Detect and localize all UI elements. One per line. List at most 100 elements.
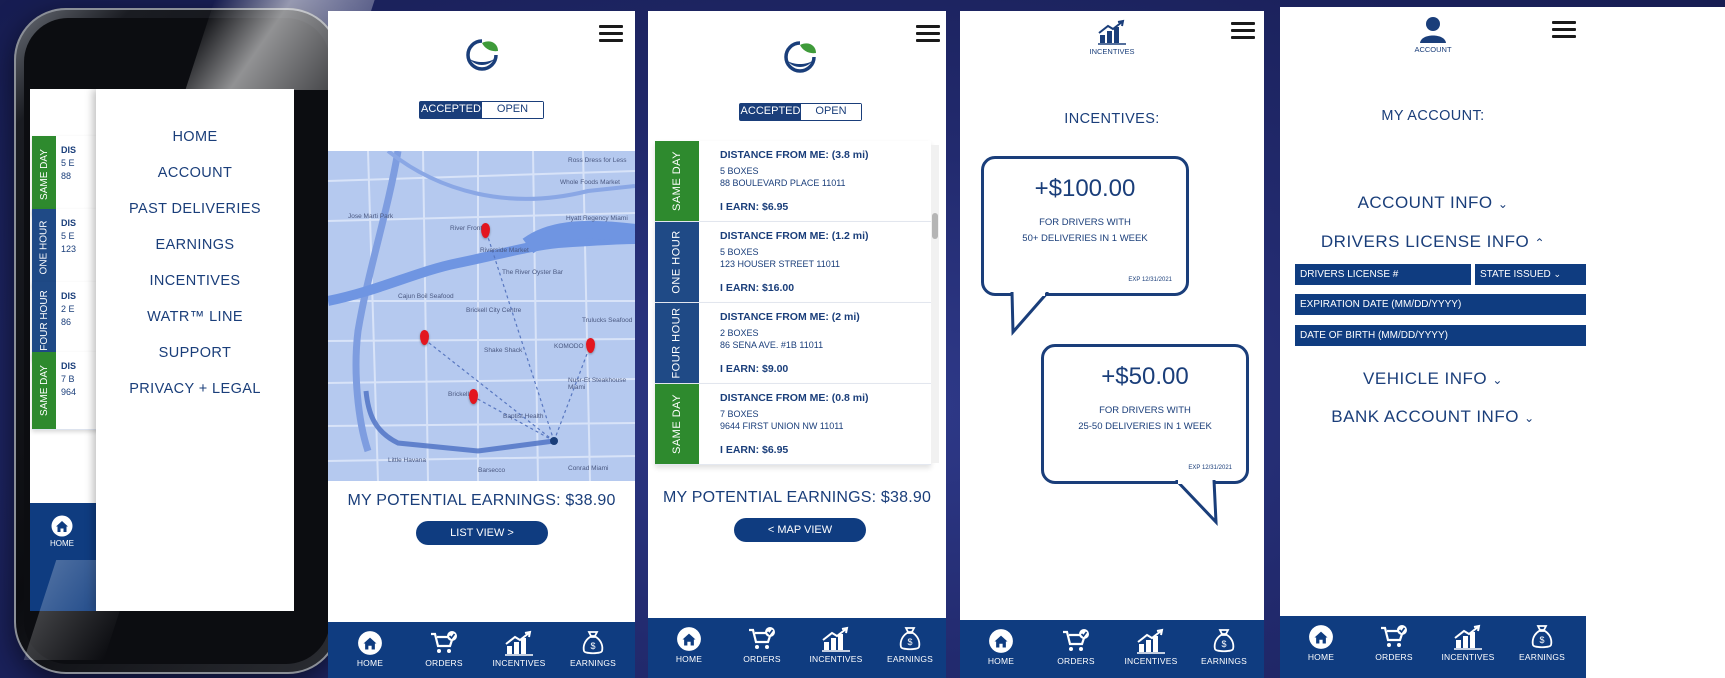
nav-earnings-button[interactable]: $ EARNINGS xyxy=(880,626,940,664)
nav-incentives-button[interactable]: INCENTIVES xyxy=(806,626,866,664)
nav-orders-label: ORDERS xyxy=(743,654,781,664)
menu-item-privacy-legal[interactable]: PRIVACY + LEGAL xyxy=(96,381,294,397)
incentives-screen: INCENTIVES INCENTIVES: +$100.00 FOR DRIV… xyxy=(960,11,1264,678)
menu-item-watr-line[interactable]: WATR™ LINE xyxy=(96,309,294,325)
nav-earnings-button[interactable]: $ EARNINGS xyxy=(1512,624,1572,662)
nav-earnings-label: EARNINGS xyxy=(1519,652,1565,662)
chart-growth-icon xyxy=(1098,19,1126,45)
menu-item-earnings[interactable]: EARNINGS xyxy=(96,237,294,253)
incentive-card: +$50.00 FOR DRIVERS WITH 25-50 DELIVERIES… xyxy=(1041,344,1249,484)
delivery-type-tag: ONE HOUR xyxy=(32,209,56,286)
nav-incentives-button[interactable]: INCENTIVES xyxy=(489,630,549,668)
nav-earnings-button[interactable]: $ EARNINGS xyxy=(563,630,623,668)
potential-earnings: MY POTENTIAL EARNINGS: $38.90 xyxy=(662,489,932,506)
earn-amount: I EARN: $16.00 xyxy=(720,282,795,294)
home-icon xyxy=(1309,625,1333,649)
tab-open[interactable]: OPEN xyxy=(482,102,543,118)
map-label: Barsecco xyxy=(478,467,506,474)
tab-accepted[interactable]: ACCEPTED xyxy=(740,104,801,120)
account-info-section[interactable]: ACCOUNT INFO ⌄ xyxy=(1280,193,1586,213)
nav-orders-button[interactable]: ORDERS xyxy=(414,630,474,668)
map-label: Jose Marti Park xyxy=(348,213,394,220)
accepted-open-toggle: ACCEPTED OPEN xyxy=(419,101,544,119)
chevron-up-icon: ⌃ xyxy=(1534,236,1546,250)
drivers-license-field[interactable]: DRIVERS LICENSE # xyxy=(1295,264,1471,285)
nav-earnings-button[interactable]: $ EARNINGS xyxy=(1194,628,1254,666)
chart-growth-icon xyxy=(1454,624,1482,650)
menu-item-home[interactable]: HOME xyxy=(96,129,294,145)
svg-text:$: $ xyxy=(1221,639,1226,649)
phone-screen: SAME DAY DIS 5 E 88 ONE HOUR DIS 5 E 123 FOU… xyxy=(30,89,294,611)
list-view-button[interactable]: LIST VIEW > xyxy=(416,521,548,545)
nav-home-button[interactable]: HOME xyxy=(1291,624,1351,662)
nav-home-button[interactable]: HOME xyxy=(971,628,1031,666)
delivery-list-item[interactable]: SAME DAY DISTANCE FROM ME: (3.8 mi) 5 BO… xyxy=(655,141,931,222)
chart-growth-icon xyxy=(822,626,850,652)
map-label: Shake Shack xyxy=(484,347,523,354)
hamburger-menu-icon[interactable] xyxy=(1552,21,1576,39)
map-label: Cajun Boil Seafood xyxy=(398,293,454,300)
nav-home-button[interactable]: HOME xyxy=(340,630,400,668)
nav-home-button[interactable]: HOME xyxy=(659,626,719,664)
drivers-license-section[interactable]: DRIVERS LICENSE INFO ⌃ xyxy=(1280,232,1586,252)
delivery-details: 2 BOXES 86 SENA AVE. #1B 11011 xyxy=(720,328,824,350)
delivery-map[interactable]: Ross Dress for Less Whole Foods Market J… xyxy=(328,151,635,481)
delivery-type-tag: FOUR HOUR xyxy=(655,303,699,383)
side-menu: HOME ACCOUNT PAST DELIVERIES EARNINGS IN… xyxy=(96,89,294,611)
hamburger-menu-icon[interactable] xyxy=(916,25,940,43)
delivery-list-item[interactable]: FOUR HOUR DISTANCE FROM ME: (2 mi) 2 BOX… xyxy=(655,303,931,384)
delivery-type-tag: SAME DAY xyxy=(655,384,699,464)
map-label: Baptist Health xyxy=(503,413,544,420)
incentive-amount: +$50.00 xyxy=(1101,363,1189,390)
tab-accepted[interactable]: ACCEPTED xyxy=(420,102,482,118)
map-view-button[interactable]: < MAP VIEW xyxy=(734,518,866,542)
nav-orders-button[interactable]: ORDERS xyxy=(1046,628,1106,666)
list-scrollbar[interactable] xyxy=(931,145,939,463)
nav-home-label: HOME xyxy=(50,539,74,548)
nav-incentives-button[interactable]: INCENTIVES xyxy=(1121,628,1181,666)
delivery-list-item[interactable]: ONE HOUR DISTANCE FROM ME: (1.2 mi) 5 BO… xyxy=(655,222,931,303)
cart-check-icon xyxy=(749,627,775,649)
date-of-birth-field[interactable]: DATE OF BIRTH (MM/DD/YYYY) xyxy=(1295,325,1586,346)
bubble-tail xyxy=(1010,292,1050,336)
menu-item-account[interactable]: ACCOUNT xyxy=(96,165,294,181)
header-label: INCENTIVES xyxy=(1089,47,1135,56)
nav-orders-button[interactable]: ORDERS xyxy=(1364,624,1424,662)
chevron-down-icon: ⌄ xyxy=(1497,197,1509,211)
vehicle-info-section[interactable]: VEHICLE INFO ⌄ xyxy=(1280,369,1586,389)
bottom-nav: HOME ORDERS INCENTIVES $ EARNINGS xyxy=(1280,616,1586,678)
menu-item-support[interactable]: SUPPORT xyxy=(96,345,294,361)
incentive-description: FOR DRIVERS WITH 50+ DELIVERIES IN 1 WEEK xyxy=(1022,217,1148,244)
earn-amount: I EARN: $9.00 xyxy=(720,363,789,375)
watr-logo-icon xyxy=(466,39,498,71)
state-issued-select[interactable]: STATE ISSUED ⌄ xyxy=(1475,264,1586,285)
delivery-details: 5 BOXES 88 BOULEVARD PLACE 11011 xyxy=(720,166,846,188)
map-label: Nusr-Et Steakhouse Miami xyxy=(568,377,627,391)
menu-item-incentives[interactable]: INCENTIVES xyxy=(96,273,294,289)
menu-item-past-deliveries[interactable]: PAST DELIVERIES xyxy=(96,201,294,217)
incentive-card: +$100.00 FOR DRIVERS WITH 50+ DELIVERIES … xyxy=(981,156,1189,296)
delivery-list-item[interactable]: SAME DAY DISTANCE FROM ME: (0.8 mi) 7 BO… xyxy=(655,384,931,465)
nav-incentives-label: INCENTIVES xyxy=(809,654,863,664)
tab-open[interactable]: OPEN xyxy=(801,104,861,120)
cart-check-icon xyxy=(431,631,457,653)
expiration-date-field[interactable]: EXPIRATION DATE (MM/DD/YYYY) xyxy=(1295,294,1586,315)
distance-label: DISTANCE FROM ME: (0.8 mi) xyxy=(720,392,869,404)
svg-text:$: $ xyxy=(907,637,912,647)
earn-amount: I EARN: $6.95 xyxy=(720,444,789,456)
watr-logo-icon xyxy=(784,41,816,73)
delivery-type-tag: FOUR HOUR xyxy=(32,282,56,359)
hamburger-menu-icon[interactable] xyxy=(599,25,623,43)
accepted-open-toggle: ACCEPTED OPEN xyxy=(739,103,862,121)
delivery-type-tag: SAME DAY xyxy=(32,352,56,429)
nav-orders-label: ORDERS xyxy=(425,658,463,668)
nav-incentives-button[interactable]: INCENTIVES xyxy=(1438,624,1498,662)
map-label: Brickell City Centre xyxy=(466,307,522,314)
hamburger-menu-icon[interactable] xyxy=(1231,22,1255,40)
scrollbar-thumb[interactable] xyxy=(932,213,938,239)
nav-incentives-label: INCENTIVES xyxy=(1124,656,1178,666)
map-label: River Front xyxy=(450,225,483,232)
map-canvas xyxy=(328,151,635,481)
bank-account-info-section[interactable]: BANK ACCOUNT INFO ⌄ xyxy=(1280,407,1586,427)
nav-orders-button[interactable]: ORDERS xyxy=(732,626,792,664)
